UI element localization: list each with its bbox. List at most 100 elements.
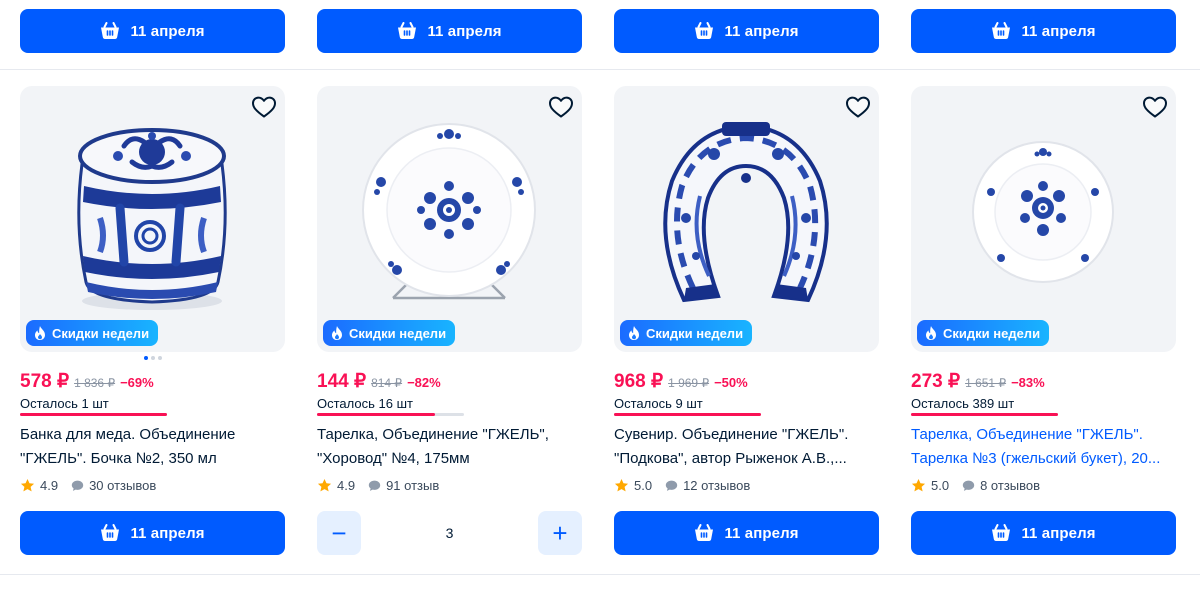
add-to-cart-button[interactable]: 11 апреля — [20, 9, 285, 53]
discount-percent: −69% — [120, 375, 154, 390]
basket-icon — [100, 524, 120, 542]
price-row: 273 ₽ 1 651 ₽ −83% — [911, 370, 1045, 393]
product-title-line: "ГЖЕЛЬ". Бочка №2, 350 мл — [20, 450, 217, 467]
basket-icon — [100, 22, 120, 40]
current-price: 578 ₽ — [20, 371, 70, 392]
heart-icon[interactable] — [548, 95, 574, 119]
delivery-date-label: 11 апреля — [1021, 524, 1096, 542]
stock-bar-fill — [20, 413, 167, 416]
product-image[interactable]: Скидки недели — [20, 86, 285, 352]
rating-row[interactable]: 4.9 30 отзывов — [20, 478, 156, 493]
product-image[interactable]: Скидки недели — [317, 86, 582, 352]
badge-label: Скидки недели — [52, 325, 150, 341]
current-price: 968 ₽ — [614, 371, 664, 392]
rating-value: 5.0 — [931, 478, 950, 493]
product-title-line: Сувенир. Объединение "ГЖЕЛЬ". — [614, 426, 849, 443]
stock-bar-fill — [614, 413, 761, 416]
plate-image — [972, 141, 1114, 283]
stock-bar-fill — [911, 413, 1058, 416]
weekly-discount-badge: Скидки недели — [620, 320, 753, 346]
product-title[interactable]: Банка для меда. Объединение "ГЖЕЛЬ". Боч… — [20, 423, 282, 471]
stock-left: Осталось 389 шт — [911, 396, 1015, 411]
product-title[interactable]: Тарелка, Объединение "ГЖЕЛЬ". Тарелка №3… — [911, 423, 1173, 471]
add-to-cart-button[interactable]: 11 апреля — [614, 9, 879, 53]
stock-bar-fill — [317, 413, 435, 416]
stock-bar — [911, 413, 1058, 416]
price-row: 144 ₽ 814 ₽ −82% — [317, 370, 441, 393]
rating-value: 5.0 — [634, 478, 653, 493]
basket-icon — [397, 22, 417, 40]
image-pagination — [144, 356, 162, 360]
star-icon — [317, 478, 332, 493]
add-to-cart-button[interactable]: 11 апреля — [911, 9, 1176, 53]
heart-icon[interactable] — [251, 95, 277, 119]
flame-icon — [330, 325, 344, 341]
add-to-cart-button[interactable]: 11 апреля — [20, 511, 285, 555]
reviews-count: 91 отзыв — [386, 478, 440, 493]
rating-row[interactable]: 4.9 91 отзыв — [317, 478, 439, 493]
product-card[interactable]: Скидки недели 273 ₽ 1 651 ₽ −83% Осталос… — [911, 86, 1176, 506]
weekly-discount-badge: Скидки недели — [917, 320, 1050, 346]
rating-row[interactable]: 5.0 8 отзывов — [911, 478, 1040, 493]
product-title[interactable]: Тарелка, Объединение "ГЖЕЛЬ", "Хоровод" … — [317, 423, 579, 471]
minus-icon: − — [331, 517, 347, 548]
decrease-quantity-button[interactable]: − — [317, 511, 361, 555]
price-row: 578 ₽ 1 836 ₽ −69% — [20, 370, 154, 393]
add-to-cart-button[interactable]: 11 апреля — [317, 9, 582, 53]
image-dot — [151, 356, 155, 360]
stock-left: Осталось 9 шт — [614, 396, 703, 411]
chat-icon — [71, 479, 84, 492]
old-price: 1 969 ₽ — [668, 376, 710, 390]
stock-left: Осталось 16 шт — [317, 396, 413, 411]
image-dot — [158, 356, 162, 360]
discount-percent: −83% — [1011, 375, 1045, 390]
weekly-discount-badge: Скидки недели — [26, 320, 159, 346]
add-to-cart-button[interactable]: 11 апреля — [614, 511, 879, 555]
basket-icon — [991, 524, 1011, 542]
image-dot-active — [144, 356, 148, 360]
old-price: 814 ₽ — [371, 376, 403, 390]
badge-label: Скидки недели — [943, 325, 1041, 341]
horseshoe-image — [663, 122, 829, 303]
increase-quantity-button[interactable]: + — [538, 511, 582, 555]
old-price: 1 651 ₽ — [965, 376, 1007, 390]
flame-icon — [627, 325, 641, 341]
quantity-value[interactable]: 3 — [361, 511, 538, 555]
product-title[interactable]: Сувенир. Объединение "ГЖЕЛЬ". "Подкова",… — [614, 423, 876, 471]
add-to-cart-button[interactable]: 11 апреля — [911, 511, 1176, 555]
flame-icon — [924, 325, 938, 341]
quantity-stepper[interactable]: − 3 + — [317, 511, 582, 555]
plate-image — [362, 123, 536, 300]
product-card[interactable]: Скидки недели 968 ₽ 1 969 ₽ −50% Осталос… — [614, 86, 879, 506]
product-title-line: "Хоровод" №4, 175мм — [317, 450, 470, 467]
badge-label: Скидки недели — [349, 325, 447, 341]
honey-jar-image — [77, 128, 227, 310]
chat-icon — [368, 479, 381, 492]
product-image[interactable]: Скидки недели — [911, 86, 1176, 352]
delivery-date-label: 11 апреля — [724, 22, 799, 40]
price-row: 968 ₽ 1 969 ₽ −50% — [614, 370, 748, 393]
heart-icon[interactable] — [845, 95, 871, 119]
star-icon — [20, 478, 35, 493]
rating-row[interactable]: 5.0 12 отзывов — [614, 478, 750, 493]
discount-percent: −50% — [714, 375, 748, 390]
delivery-date-label: 11 апреля — [130, 524, 205, 542]
product-title-line: Тарелка №3 (гжельский букет), 20... — [911, 450, 1161, 467]
reviews-count: 12 отзывов — [683, 478, 751, 493]
product-title-line: Тарелка, Объединение "ГЖЕЛЬ". — [911, 426, 1143, 443]
product-card[interactable]: Скидки недели 144 ₽ 814 ₽ −82% Осталось … — [317, 86, 582, 506]
star-icon — [911, 478, 926, 493]
delivery-date-label: 11 апреля — [724, 524, 799, 542]
chat-icon — [962, 479, 975, 492]
divider-bottom — [0, 574, 1200, 575]
rating-value: 4.9 — [337, 478, 356, 493]
product-image[interactable]: Скидки недели — [614, 86, 879, 352]
chat-icon — [665, 479, 678, 492]
heart-icon[interactable] — [1142, 95, 1168, 119]
discount-percent: −82% — [407, 375, 441, 390]
delivery-date-label: 11 апреля — [1021, 22, 1096, 40]
flame-icon — [33, 325, 47, 341]
product-card[interactable]: Скидки недели 578 ₽ 1 836 ₽ −69% Осталос… — [20, 86, 285, 506]
stock-bar — [317, 413, 464, 416]
stock-bar — [614, 413, 761, 416]
